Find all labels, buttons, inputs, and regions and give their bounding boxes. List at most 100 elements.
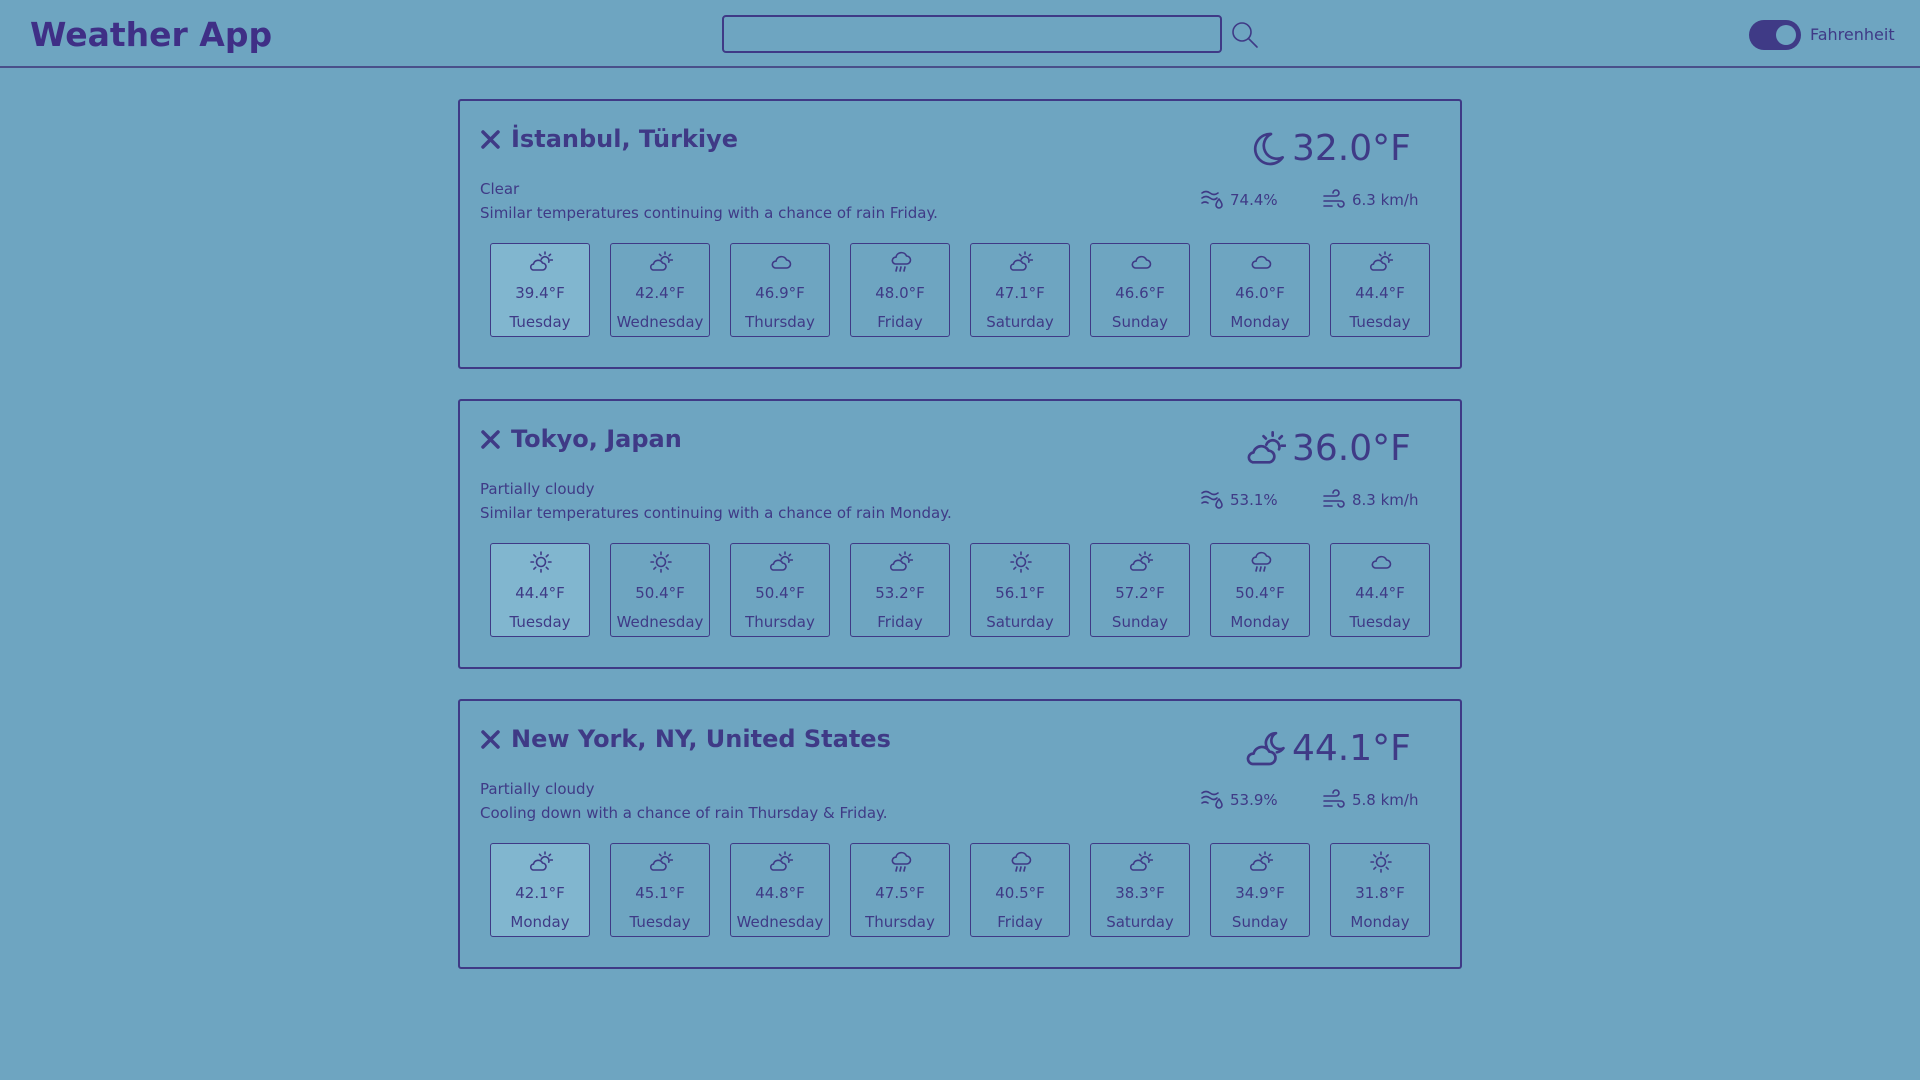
forecast-day[interactable]: 47.1°F Saturday [970, 243, 1070, 337]
remove-city-button[interactable] [478, 127, 504, 153]
sun-icon [1010, 551, 1032, 573]
forecast-day-name: Wednesday [736, 913, 824, 931]
search-button[interactable] [1230, 20, 1260, 50]
forecast-day[interactable]: 38.3°F Saturday [1090, 843, 1190, 937]
forecast-day-temp: 44.4°F [515, 584, 565, 602]
forecast-day[interactable]: 42.4°F Wednesday [610, 243, 710, 337]
forecast-day-name: Monday [1350, 913, 1410, 931]
forecast-day[interactable]: 46.6°F Sunday [1090, 243, 1190, 337]
current-temperature: 32.0°F [1292, 128, 1411, 169]
forecast-day-icon [1009, 550, 1033, 574]
close-icon [481, 430, 500, 449]
forecast-day-temp: 50.4°F [1235, 584, 1285, 602]
forecast-day-temp: 44.8°F [755, 884, 805, 902]
forecast-day[interactable]: 46.0°F Monday [1210, 243, 1310, 337]
forecast-day[interactable]: 50.4°F Wednesday [610, 543, 710, 637]
forecast-day-icon [1129, 850, 1153, 874]
forecast-day[interactable]: 57.2°F Sunday [1090, 543, 1190, 637]
forecast-day[interactable]: 56.1°F Saturday [970, 543, 1070, 637]
forecast-day-name: Monday [1230, 313, 1290, 331]
forecast-day-icon [889, 550, 913, 574]
city-name: Tokyo, Japan [511, 425, 682, 453]
humidity-icon [1200, 788, 1226, 810]
forecast-day-icon [1249, 250, 1273, 274]
close-icon [481, 130, 500, 149]
wind-icon [1323, 789, 1345, 808]
forecast-day-temp: 39.4°F [515, 284, 565, 302]
partly-cloudy-icon [889, 551, 913, 571]
partly-cloudy-icon [1009, 251, 1033, 271]
forecast-day-temp: 57.2°F [1115, 584, 1165, 602]
forecast-day-name: Wednesday [616, 313, 704, 331]
forecast-day-icon [529, 850, 553, 874]
forecast-day-name: Thursday [745, 313, 815, 331]
forecast-day-icon [1249, 850, 1273, 874]
forecast-day[interactable]: 44.4°F Tuesday [490, 543, 590, 637]
condition-text: Partially cloudy [480, 780, 595, 798]
forecast-day[interactable]: 50.4°F Thursday [730, 543, 830, 637]
forecast-day-name: Friday [997, 913, 1043, 931]
toggle-knob [1776, 25, 1796, 45]
forecast-day-name: Saturday [986, 613, 1054, 631]
current-temperature: 36.0°F [1292, 428, 1411, 469]
forecast-day-name: Tuesday [1349, 613, 1411, 631]
search-icon [1232, 22, 1258, 48]
forecast-day[interactable]: 48.0°F Friday [850, 243, 950, 337]
forecast-description: Similar temperatures continuing with a c… [480, 504, 952, 522]
current-temperature: 44.1°F [1292, 728, 1411, 769]
current-weather-icon [1246, 729, 1286, 769]
forecast-day[interactable]: 53.2°F Friday [850, 543, 950, 637]
partly-cloudy-icon [649, 251, 673, 271]
search-input[interactable] [722, 15, 1222, 53]
forecast-day-icon [1369, 550, 1393, 574]
forecast-day-name: Friday [877, 613, 923, 631]
forecast-day-temp: 56.1°F [995, 584, 1045, 602]
cloud-icon [1251, 255, 1272, 269]
humidity-value: 53.9% [1230, 791, 1278, 809]
rain-icon [891, 851, 912, 872]
forecast-day-name: Saturday [1106, 913, 1174, 931]
forecast-day-name: Tuesday [509, 613, 571, 631]
forecast-day-name: Wednesday [616, 613, 704, 631]
moon-icon [1253, 132, 1284, 166]
partly-cloudy-icon [1369, 251, 1393, 271]
forecast-day[interactable]: 34.9°F Sunday [1210, 843, 1310, 937]
forecast-day-temp: 47.5°F [875, 884, 925, 902]
humidity-icon [1200, 488, 1226, 510]
forecast-day-icon [529, 550, 553, 574]
wind-icon [1322, 788, 1348, 810]
forecast-day-temp: 44.4°F [1355, 284, 1405, 302]
forecast-day-temp: 46.0°F [1235, 284, 1285, 302]
cloud-icon [1371, 555, 1392, 569]
partly-cloudy-icon [529, 251, 553, 271]
humidity-icon [1201, 190, 1223, 209]
forecast-day-temp: 42.4°F [635, 284, 685, 302]
remove-city-button[interactable] [478, 427, 504, 453]
remove-city-button[interactable] [478, 727, 504, 753]
daily-forecast: 44.4°F Tuesday 50.4°F Wednesday 50.4°F Thursd… [490, 543, 1430, 637]
forecast-day-temp: 46.6°F [1115, 284, 1165, 302]
fahrenheit-toggle[interactable] [1749, 20, 1801, 50]
forecast-description: Cooling down with a chance of rain Thurs… [480, 804, 888, 822]
forecast-day[interactable]: 42.1°F Monday [490, 843, 590, 937]
current-weather-icon [1246, 429, 1286, 469]
forecast-day[interactable]: 39.4°F Tuesday [490, 243, 590, 337]
forecast-day[interactable]: 46.9°F Thursday [730, 243, 830, 337]
forecast-day[interactable]: 47.5°F Thursday [850, 843, 950, 937]
forecast-day[interactable]: 31.8°F Monday [1330, 843, 1430, 937]
forecast-day[interactable]: 40.5°F Friday [970, 843, 1070, 937]
forecast-day-temp: 48.0°F [875, 284, 925, 302]
city-card: İstanbul, Türkiye Clear Similar temperatur… [458, 99, 1462, 369]
forecast-day[interactable]: 44.4°F Tuesday [1330, 543, 1430, 637]
forecast-day-icon [889, 250, 913, 274]
wind-value: 5.8 km/h [1352, 791, 1419, 809]
forecast-day-icon [769, 250, 793, 274]
forecast-day[interactable]: 50.4°F Monday [1210, 543, 1310, 637]
rain-icon [1251, 551, 1272, 572]
forecast-day[interactable]: 45.1°F Tuesday [610, 843, 710, 937]
forecast-day-icon [1009, 250, 1033, 274]
sun-icon [1370, 851, 1392, 873]
forecast-day[interactable]: 44.8°F Wednesday [730, 843, 830, 937]
wind-icon [1322, 188, 1348, 210]
forecast-day[interactable]: 44.4°F Tuesday [1330, 243, 1430, 337]
